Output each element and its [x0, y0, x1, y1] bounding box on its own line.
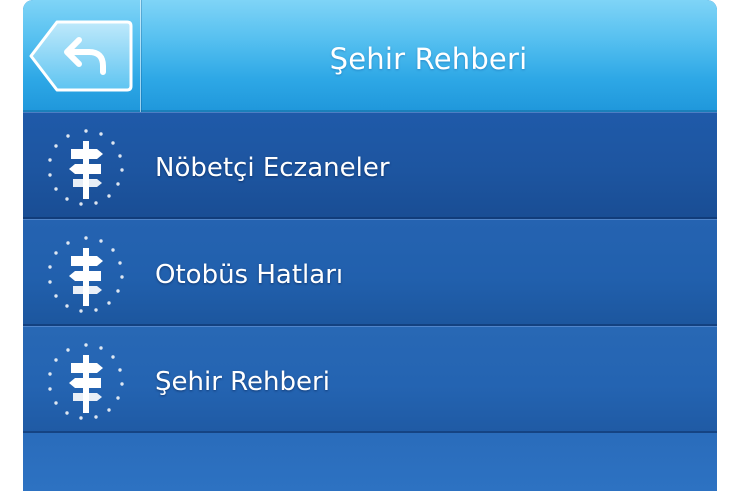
- header-bar: Şehir Rehberi: [23, 0, 717, 112]
- back-button[interactable]: [23, 0, 141, 112]
- menu-item-nobetci-eczaneler[interactable]: Nöbetçi Eczaneler: [23, 112, 717, 219]
- menu-list: Nöbetçi Eczaneler Otobüs Hatları Şehir R…: [23, 112, 717, 433]
- menu-item-label: Otobüs Hatları: [155, 260, 344, 290]
- app-screen: Şehir Rehberi Nöbetçi Eczaneler Otobüs H…: [23, 0, 717, 491]
- back-arrow-icon: [29, 20, 133, 92]
- signpost-icon: [48, 236, 124, 313]
- page-title: Şehir Rehberi: [329, 42, 528, 76]
- menu-item-otobus-hatlari[interactable]: Otobüs Hatları: [23, 219, 717, 326]
- menu-item-label: Şehir Rehberi: [155, 367, 330, 397]
- menu-item-label: Nöbetçi Eczaneler: [155, 153, 390, 183]
- signpost-icon: [48, 343, 124, 420]
- empty-list-area: [23, 433, 717, 491]
- signpost-icon: [48, 129, 124, 206]
- menu-item-sehir-rehberi[interactable]: Şehir Rehberi: [23, 326, 717, 433]
